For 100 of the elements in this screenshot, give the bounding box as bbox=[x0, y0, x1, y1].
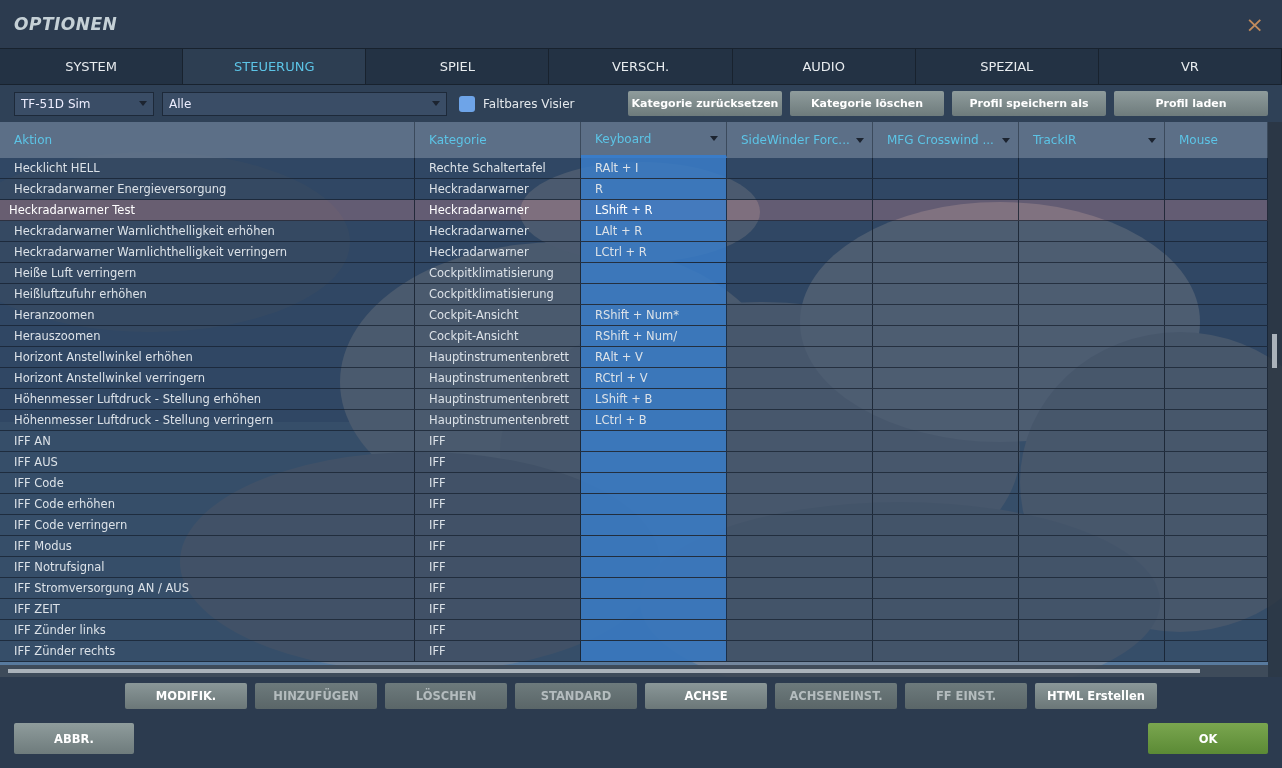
tab[interactable]: SYSTEM bbox=[0, 49, 184, 84]
toolbar-button[interactable]: Profil speichern als bbox=[952, 91, 1106, 116]
table-row[interactable]: IFF Notrufsignal IFF bbox=[0, 557, 1268, 578]
checkbox[interactable] bbox=[459, 95, 475, 112]
category-cell: IFF bbox=[429, 602, 446, 616]
table-row[interactable]: IFF Modus IFF bbox=[0, 536, 1268, 557]
tab[interactable]: SPEZIAL bbox=[915, 49, 1099, 84]
action-cell: Horizont Anstellwinkel erhöhen bbox=[14, 350, 193, 364]
action-cell: IFF Zünder rechts bbox=[14, 644, 116, 658]
action-cell: Heckradarwarner Test bbox=[9, 203, 135, 217]
category-cell: IFF bbox=[429, 623, 446, 637]
keyboard-cell: LShift + R bbox=[595, 203, 653, 217]
horizontal-scrollbar[interactable] bbox=[0, 665, 1268, 677]
table-row[interactable]: IFF Code verringern IFF bbox=[0, 515, 1268, 536]
table-row[interactable]: Horizont Anstellwinkel erhöhen Hauptinstrumentenbrett RAlt + V bbox=[0, 347, 1268, 368]
keyboard-cell: R bbox=[595, 182, 603, 196]
table-row[interactable]: IFF Zünder links IFF bbox=[0, 620, 1268, 641]
action-cell: Herauszoomen bbox=[14, 329, 101, 343]
table-row[interactable]: Heiße Luft verringern Cockpitklimatisierung bbox=[0, 263, 1268, 284]
action-cell: IFF AUS bbox=[14, 455, 58, 469]
category-cell: IFF bbox=[429, 560, 446, 574]
table-row[interactable]: IFF Code erhöhen IFF bbox=[0, 494, 1268, 515]
action-cell: Heckradarwarner Energieversorgung bbox=[14, 182, 227, 196]
table-row[interactable]: Heckradarwarner Warnlichthelligkeit erhöhen Heckradarwarner LAlt + R bbox=[0, 221, 1268, 242]
keyboard-cell: RCtrl + V bbox=[595, 371, 648, 385]
category-cell: Heckradarwarner bbox=[429, 203, 529, 217]
category-cell: Hauptinstrumentenbrett bbox=[429, 392, 570, 406]
category-cell: IFF bbox=[429, 539, 446, 553]
tab[interactable]: AUDIO bbox=[732, 49, 916, 84]
action-button[interactable]: HTML Erstellen bbox=[1035, 683, 1157, 709]
tab[interactable]: VERSCH. bbox=[549, 49, 733, 84]
aircraft-dropdown[interactable]: TF-51D Sim bbox=[14, 91, 154, 116]
tab[interactable]: VR bbox=[1098, 49, 1282, 84]
category-cell: Cockpit-Ansicht bbox=[429, 329, 519, 343]
keyboard-cell: RShift + Num* bbox=[595, 308, 679, 322]
action-cell: Heckradarwarner Warnlichthelligkeit verringern bbox=[14, 245, 288, 259]
action-cell: IFF AN bbox=[14, 434, 51, 448]
keyboard-cell: RShift + Num/ bbox=[595, 329, 678, 343]
tab[interactable]: SPIEL bbox=[366, 49, 550, 84]
table-row[interactable]: Heißluftzufuhr erhöhen Cockpitklimatisierung bbox=[0, 284, 1268, 305]
action-cell: IFF Notrufsignal bbox=[14, 560, 105, 574]
category-cell: Rechte Schaltertafel bbox=[429, 161, 546, 175]
table-row[interactable]: IFF Code IFF bbox=[0, 473, 1268, 494]
category-cell: IFF bbox=[429, 644, 446, 658]
category-cell: Heckradarwarner bbox=[429, 245, 529, 259]
category-cell: IFF bbox=[429, 476, 446, 490]
table-row[interactable]: Heckradarwarner Energieversorgung Heckradarwarner R bbox=[0, 179, 1268, 200]
keyboard-cell: RAlt + I bbox=[595, 161, 639, 175]
action-cell: IFF Zünder links bbox=[14, 623, 106, 637]
scrollbar-thumb[interactable] bbox=[1272, 334, 1277, 368]
toolbar-button[interactable]: Kategorie löschen bbox=[790, 91, 944, 116]
vertical-scrollbar[interactable] bbox=[1268, 122, 1282, 677]
table-row[interactable]: IFF Zünder rechts IFF bbox=[0, 641, 1268, 662]
action-cell: IFF Code bbox=[14, 476, 64, 490]
table-row[interactable]: Hecklicht HELL Rechte Schaltertafel RAlt + I bbox=[0, 158, 1268, 179]
category-cell: IFF bbox=[429, 434, 446, 448]
table-row[interactable]: Heckradarwarner Test Heckradarwarner LShift + R bbox=[0, 200, 1268, 221]
keyboard-cell: LShift + B bbox=[595, 392, 653, 406]
close-button[interactable]: × bbox=[1241, 11, 1268, 37]
table-row[interactable]: Höhenmesser Luftdruck - Stellung verringern Hauptinstrumentenbrett LCtrl + B bbox=[0, 410, 1268, 431]
category-cell: Hauptinstrumentenbrett bbox=[429, 371, 570, 385]
table-row[interactable]: IFF AUS IFF bbox=[0, 452, 1268, 473]
action-cell: Heißluftzufuhr erhöhen bbox=[14, 287, 147, 301]
category-cell: IFF bbox=[429, 497, 446, 511]
category-cell: Cockpit-Ansicht bbox=[429, 308, 519, 322]
cancel-button[interactable]: ABBR. bbox=[14, 723, 134, 754]
action-cell: Höhenmesser Luftdruck - Stellung erhöhen bbox=[14, 392, 262, 406]
category-cell: IFF bbox=[429, 581, 446, 595]
category-dropdown[interactable]: Alle bbox=[162, 91, 447, 116]
action-button[interactable]: ACHSE bbox=[645, 683, 767, 709]
action-cell: IFF Code verringern bbox=[14, 518, 128, 532]
action-cell: IFF Code erhöhen bbox=[14, 497, 115, 511]
window-title: OPTIONEN bbox=[14, 14, 118, 34]
table-row[interactable]: Heckradarwarner Warnlichthelligkeit verringern Heckradarwarner LCtrl + R bbox=[0, 242, 1268, 263]
toolbar-button[interactable]: Profil laden bbox=[1114, 91, 1268, 116]
toolbar-button[interactable]: Kategorie zurücksetzen bbox=[628, 91, 782, 116]
action-cell: Heckradarwarner Warnlichthelligkeit erhöhen bbox=[14, 224, 275, 238]
caret-icon bbox=[432, 101, 440, 106]
category-cell: Cockpitklimatisierung bbox=[429, 287, 554, 301]
keyboard-cell: RAlt + V bbox=[595, 350, 643, 364]
category-cell: Heckradarwarner bbox=[429, 224, 529, 238]
table-row[interactable]: IFF ZEIT IFF bbox=[0, 599, 1268, 620]
action-cell: IFF ZEIT bbox=[14, 602, 60, 616]
table-row[interactable]: Höhenmesser Luftdruck - Stellung erhöhen Hauptinstrumentenbrett LShift + B bbox=[0, 389, 1268, 410]
table-row[interactable]: Herauszoomen Cockpit-Ansicht RShift + Num/ bbox=[0, 326, 1268, 347]
keyboard-cell: LAlt + R bbox=[595, 224, 643, 238]
action-button[interactable]: MODIFIK. bbox=[125, 683, 247, 709]
action-cell: Höhenmesser Luftdruck - Stellung verringern bbox=[14, 413, 274, 427]
caret-icon bbox=[139, 101, 147, 106]
table-row[interactable]: IFF AN IFF bbox=[0, 431, 1268, 452]
table-row[interactable]: Heranzoomen Cockpit-Ansicht RShift + Num* bbox=[0, 305, 1268, 326]
category-cell: IFF bbox=[429, 518, 446, 532]
scrollbar-thumb[interactable] bbox=[8, 669, 1200, 673]
table-row[interactable]: IFF Stromversorgung AN / AUS IFF bbox=[0, 578, 1268, 599]
table-row[interactable]: Horizont Anstellwinkel verringern Hauptinstrumentenbrett RCtrl + V bbox=[0, 368, 1268, 389]
keyboard-cell: LCtrl + R bbox=[595, 245, 647, 259]
category-cell: IFF bbox=[429, 455, 446, 469]
checkbox-label: Faltbares Visier bbox=[483, 96, 575, 111]
category-cell: Hauptinstrumentenbrett bbox=[429, 413, 570, 427]
category-cell: Cockpitklimatisierung bbox=[429, 266, 554, 280]
